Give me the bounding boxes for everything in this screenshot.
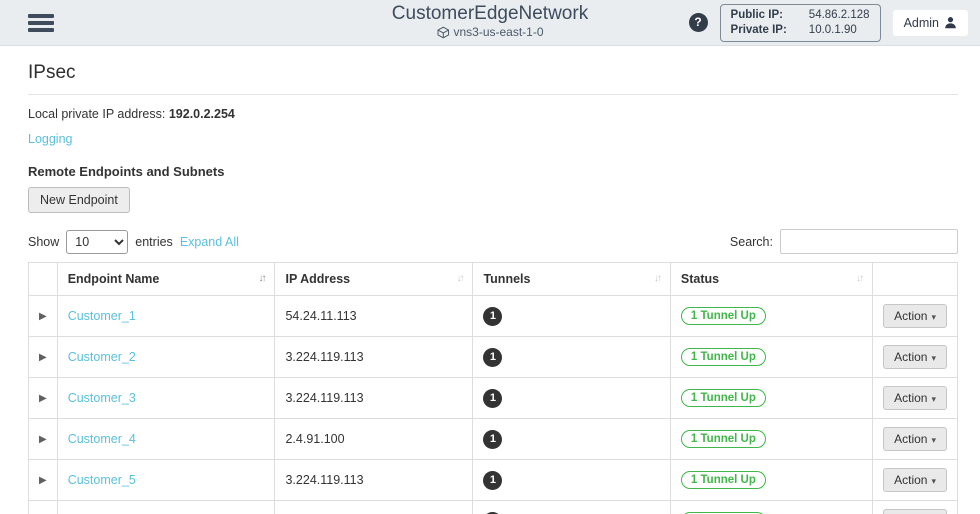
title-divider	[28, 94, 958, 95]
action-dropdown-button[interactable]: Action▾	[883, 509, 947, 514]
endpoint-ip: 2.4.91.100	[275, 419, 473, 460]
tunnel-count-badge: 1	[483, 348, 502, 367]
private-ip-label: Private IP:	[731, 23, 787, 38]
show-label: Show	[28, 235, 59, 249]
column-header-tunnels[interactable]: ↓↑ Tunnels	[473, 263, 670, 296]
table-row: ▶ Customer_5 3.224.119.113 1 1 Tunnel Up…	[29, 460, 958, 501]
table-row: ▶ Customer_2 3.224.119.113 1 1 Tunnel Up…	[29, 337, 958, 378]
public-ip-label: Public IP:	[731, 8, 787, 23]
local-ip-line: Local private IP address: 192.0.2.254	[28, 107, 958, 121]
new-endpoint-button[interactable]: New Endpoint	[28, 187, 130, 213]
endpoint-name-link[interactable]: Customer_2	[68, 350, 136, 364]
endpoint-name-link[interactable]: Customer_4	[68, 432, 136, 446]
table-row: ▶ Customer_4 2.4.91.100 1 1 Tunnel Up Ac…	[29, 419, 958, 460]
top-header-bar: CustomerEdgeNetwork vns3-us-east-1-0 ? P…	[0, 0, 980, 46]
status-badge: 1 Tunnel Up	[681, 389, 766, 407]
cube-icon	[436, 26, 449, 39]
expand-row-icon[interactable]: ▶	[29, 296, 58, 337]
admin-label: Admin	[904, 16, 939, 30]
sort-icon[interactable]: ↓↑	[856, 273, 862, 284]
action-dropdown-button[interactable]: Action▾	[883, 427, 947, 451]
action-column-header	[873, 263, 958, 296]
column-header-status[interactable]: ↓↑ Status	[670, 263, 872, 296]
page-size-select[interactable]: 10	[66, 230, 128, 254]
endpoint-ip: 3.224.119.113	[275, 378, 473, 419]
sort-icon[interactable]: ↓↑	[654, 273, 660, 284]
expand-row-icon[interactable]: ▶	[29, 337, 58, 378]
endpoint-name-link[interactable]: Customer_5	[68, 473, 136, 487]
chevron-down-icon: ▾	[931, 353, 936, 363]
search-label: Search:	[730, 235, 773, 249]
expand-row-icon[interactable]: ▶	[29, 501, 58, 514]
sort-icon[interactable]: ↓↑	[456, 273, 462, 284]
expand-row-icon[interactable]: ▶	[29, 419, 58, 460]
tunnel-count-badge: 1	[483, 389, 502, 408]
endpoint-ip: 2.42.120.10	[275, 501, 473, 514]
endpoint-ip: 54.24.11.113	[275, 296, 473, 337]
chevron-down-icon: ▾	[931, 476, 936, 486]
action-dropdown-button[interactable]: Action▾	[883, 386, 947, 410]
help-icon[interactable]: ?	[689, 13, 708, 32]
page-title: IPsec	[28, 62, 958, 84]
user-icon	[944, 16, 957, 29]
chevron-down-icon: ▾	[931, 312, 936, 322]
local-ip-value: 192.0.2.254	[169, 107, 235, 121]
app-title: CustomerEdgeNetwork	[392, 3, 588, 25]
chevron-down-icon: ▾	[931, 394, 936, 404]
section-title: Remote Endpoints and Subnets	[28, 164, 958, 179]
column-header-ip-address[interactable]: ↓↑ IP Address	[275, 263, 473, 296]
logging-link[interactable]: Logging	[28, 132, 73, 146]
tunnel-count-badge: 1	[483, 430, 502, 449]
chevron-down-icon: ▾	[931, 435, 936, 445]
entries-label: entries	[135, 235, 173, 249]
endpoint-ip: 3.224.119.113	[275, 460, 473, 501]
public-ip-value: 54.86.2.128	[809, 8, 870, 23]
expand-all-link[interactable]: Expand All	[180, 235, 239, 249]
local-ip-label: Local private IP address:	[28, 107, 165, 121]
action-dropdown-button[interactable]: Action▾	[883, 304, 947, 328]
table-row: ▶ Customer_3 3.224.119.113 1 1 Tunnel Up…	[29, 378, 958, 419]
endpoint-name-link[interactable]: Customer_3	[68, 391, 136, 405]
sort-icon[interactable]: ↓↑	[258, 273, 264, 284]
column-header-endpoint-name[interactable]: ↓↑ Endpoint Name	[57, 263, 275, 296]
status-badge: 1 Tunnel Up	[681, 471, 766, 489]
action-dropdown-button[interactable]: Action▾	[883, 468, 947, 492]
menu-icon[interactable]	[28, 11, 54, 35]
endpoint-name-link[interactable]: Customer_1	[68, 309, 136, 323]
endpoints-table: ↓↑ Endpoint Name ↓↑ IP Address ↓↑ Tunnel…	[28, 262, 958, 514]
ip-info-box: Public IP: 54.86.2.128 Private IP: 10.0.…	[720, 4, 881, 42]
expand-row-icon[interactable]: ▶	[29, 460, 58, 501]
expand-column-header	[29, 263, 58, 296]
table-row: ▶ Customer_1 54.24.11.113 1 1 Tunnel Up …	[29, 296, 958, 337]
app-title-block: CustomerEdgeNetwork vns3-us-east-1-0	[392, 3, 588, 39]
tunnel-count-badge: 1	[483, 307, 502, 326]
status-badge: 1 Tunnel Up	[681, 307, 766, 325]
status-badge: 1 Tunnel Up	[681, 430, 766, 448]
private-ip-value: 10.0.1.90	[809, 23, 870, 38]
status-badge: 1 Tunnel Up	[681, 348, 766, 366]
admin-menu-button[interactable]: Admin	[893, 10, 968, 36]
table-header-row: ↓↑ Endpoint Name ↓↑ IP Address ↓↑ Tunnel…	[29, 263, 958, 296]
endpoint-ip: 3.224.119.113	[275, 337, 473, 378]
search-input[interactable]	[780, 229, 958, 254]
action-dropdown-button[interactable]: Action▾	[883, 345, 947, 369]
expand-row-icon[interactable]: ▶	[29, 378, 58, 419]
tunnel-count-badge: 1	[483, 471, 502, 490]
table-row: ▶ Main_Datacenter_Central_US 2.42.120.10…	[29, 501, 958, 514]
controller-name: vns3-us-east-1-0	[453, 25, 543, 39]
